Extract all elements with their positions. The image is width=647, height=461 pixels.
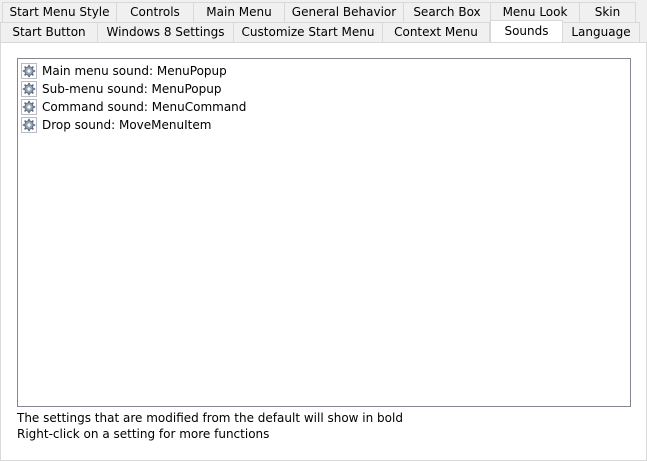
setting-label: Main menu sound: MenuPopup	[42, 64, 227, 78]
tab-main-menu[interactable]: Main Menu	[194, 2, 285, 22]
hint-modified-bold: The settings that are modified from the …	[17, 411, 403, 425]
setting-main-menu-sound[interactable]: Main menu sound: MenuPopup	[21, 62, 227, 80]
hint-right-click: Right-click on a setting for more functi…	[17, 427, 270, 441]
setting-sub-menu-sound[interactable]: Sub-menu sound: MenuPopup	[21, 80, 221, 98]
tab-search-box[interactable]: Search Box	[404, 2, 491, 22]
tab-start-button[interactable]: Start Button	[0, 22, 98, 42]
gear-icon	[21, 81, 37, 97]
gear-icon	[21, 63, 37, 79]
settings-list[interactable]: Main menu sound: MenuPopup Sub-menu soun…	[17, 58, 631, 407]
setting-drop-sound[interactable]: Drop sound: MoveMenuItem	[21, 116, 211, 134]
tab-menu-look[interactable]: Menu Look	[491, 2, 580, 22]
sounds-panel: Main menu sound: MenuPopup Sub-menu soun…	[0, 42, 647, 461]
setting-label: Sub-menu sound: MenuPopup	[42, 82, 222, 96]
tab-start-menu-style[interactable]: Start Menu Style	[2, 2, 117, 22]
tab-row-1: Start Menu Style Controls Main Menu Gene…	[2, 2, 636, 22]
setting-label: Command sound: MenuCommand	[42, 100, 247, 114]
tab-sounds[interactable]: Sounds	[490, 20, 563, 42]
tab-skin[interactable]: Skin	[580, 2, 636, 22]
tab-row-2: Start Button Windows 8 Settings Customiz…	[0, 20, 647, 42]
setting-label: Drop sound: MoveMenuItem	[42, 118, 212, 132]
tab-customize-start-menu[interactable]: Customize Start Menu	[234, 22, 383, 42]
settings-window: Start Menu Style Controls Main Menu Gene…	[0, 0, 647, 461]
tab-controls[interactable]: Controls	[117, 2, 194, 22]
tab-general-behavior[interactable]: General Behavior	[285, 2, 404, 22]
tab-context-menu[interactable]: Context Menu	[383, 22, 490, 42]
gear-icon	[21, 117, 37, 133]
tab-language[interactable]: Language	[563, 22, 640, 42]
tab-windows-8-settings[interactable]: Windows 8 Settings	[98, 22, 234, 42]
gear-icon	[21, 99, 37, 115]
setting-command-sound[interactable]: Command sound: MenuCommand	[21, 98, 246, 116]
